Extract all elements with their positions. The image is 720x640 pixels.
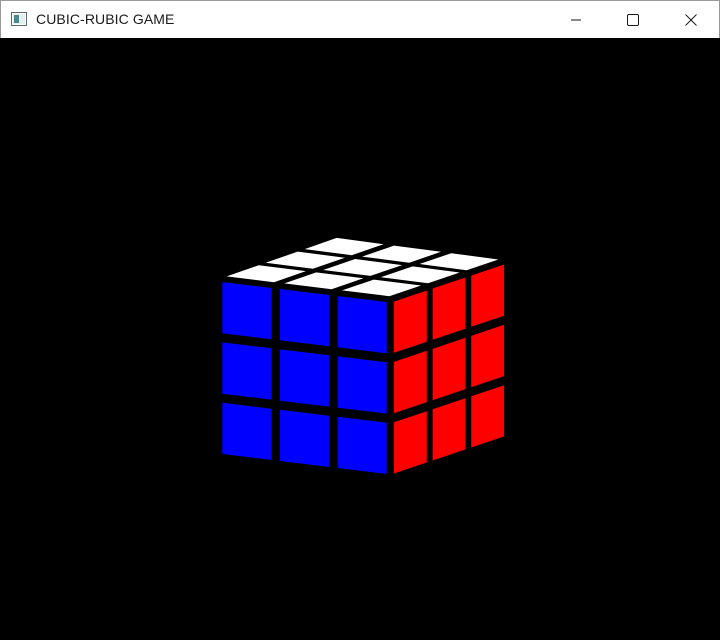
front-sticker-1-2[interactable] [337,356,387,414]
title-bar[interactable]: CUBIC-RUBIC GAME [0,0,720,38]
close-icon [685,13,697,26]
close-button[interactable] [662,1,720,38]
top-sticker-1-1[interactable] [323,259,403,276]
top-sticker-1-2[interactable] [380,266,460,284]
front-sticker-1-0[interactable] [222,342,272,400]
right-sticker-0-1[interactable] [432,277,466,340]
right-sticker-1-1[interactable] [432,337,466,401]
top-sticker-2-2[interactable] [342,279,421,297]
front-sticker-2-1[interactable] [280,409,329,467]
right-sticker-1-0[interactable] [393,350,427,414]
maximize-icon [627,13,639,26]
front-face[interactable] [222,282,387,474]
minimize-icon [571,19,581,20]
maximize-button[interactable] [604,1,662,38]
top-sticker-2-0[interactable] [226,265,306,283]
right-sticker-0-2[interactable] [471,264,505,327]
top-sticker-0-0[interactable] [304,237,384,256]
front-sticker-1-1[interactable] [280,349,329,407]
front-sticker-0-0[interactable] [222,282,272,340]
front-sticker-0-1[interactable] [280,289,329,347]
minimize-button[interactable] [547,1,605,38]
game-window: CUBIC-RUBIC GAME [0,0,720,640]
right-sticker-2-0[interactable] [393,411,427,474]
front-sticker-0-2[interactable] [337,296,387,354]
right-sticker-0-0[interactable] [393,290,427,353]
window-title: CUBIC-RUBIC GAME [36,11,175,27]
right-sticker-2-1[interactable] [432,398,466,461]
right-sticker-2-2[interactable] [471,385,505,448]
rubiks-cube[interactable] [0,38,720,640]
app-icon [11,12,27,26]
front-sticker-2-2[interactable] [337,416,387,474]
front-sticker-2-0[interactable] [222,402,272,460]
top-sticker-0-1[interactable] [362,245,441,263]
right-face[interactable] [393,264,505,474]
top-sticker-0-2[interactable] [419,253,499,271]
top-sticker-1-0[interactable] [265,251,345,269]
right-sticker-1-2[interactable] [471,324,505,388]
top-sticker-2-1[interactable] [284,272,364,290]
game-canvas[interactable] [0,38,720,640]
